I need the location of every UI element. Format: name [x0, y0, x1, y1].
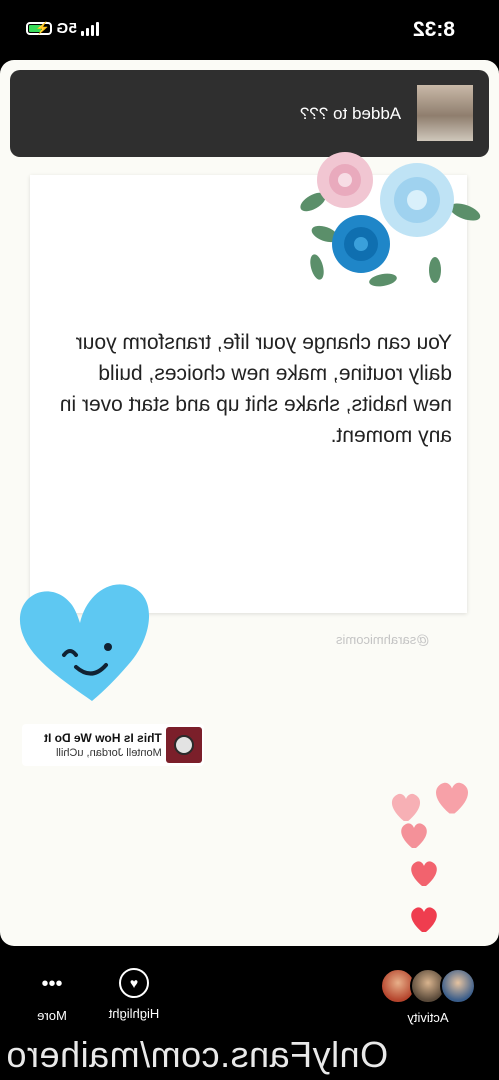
avatar	[440, 968, 476, 1004]
time-text: 8:32	[412, 18, 455, 41]
network-label: 5G	[56, 20, 78, 37]
status-left: ⚡ 5G	[26, 20, 100, 37]
music-sticker[interactable]: This Is How We Do It Montell Jordan, uCh…	[22, 724, 204, 766]
more-button[interactable]: ••• More	[24, 968, 80, 1023]
battery-icon: ⚡	[26, 21, 52, 35]
music-artist: Montell Jordan, uChill	[56, 747, 162, 759]
album-art	[166, 727, 202, 763]
more-label: More	[37, 1008, 67, 1023]
music-title: This Is How We Do It	[44, 731, 162, 745]
flowers-sticker	[300, 152, 481, 287]
activity-button[interactable]: Activity	[372, 968, 484, 1025]
story-handle: @sarahmicomis	[336, 632, 430, 647]
quote-text: You can change your life, transform your…	[59, 331, 452, 447]
toast-text: Added to ???	[299, 104, 401, 123]
highlight-heart-icon: ♥	[119, 968, 149, 998]
activity-label: Activity	[407, 1010, 449, 1025]
story-canvas[interactable]: Added to ??? You can change your life, t…	[0, 60, 499, 946]
viewer-avatars	[380, 968, 476, 1004]
toast-text-wrap: Added to ???	[300, 104, 401, 124]
watermark: OnlyFans.com/maihero	[6, 1034, 389, 1075]
highlight-label: Highlight	[108, 1006, 160, 1021]
floating-hearts	[391, 782, 468, 932]
heart-sticker	[19, 584, 150, 701]
highlight-button[interactable]: ♥ Highlight	[99, 968, 169, 1021]
added-toast[interactable]: Added to ???	[10, 70, 489, 157]
status-bar: ⚡ 5G 8:32	[0, 0, 499, 62]
more-dots-icon: •••	[41, 973, 63, 995]
toast-thumbnail	[417, 85, 473, 141]
status-time: 8:32	[413, 18, 455, 42]
signal-icon	[81, 21, 100, 36]
